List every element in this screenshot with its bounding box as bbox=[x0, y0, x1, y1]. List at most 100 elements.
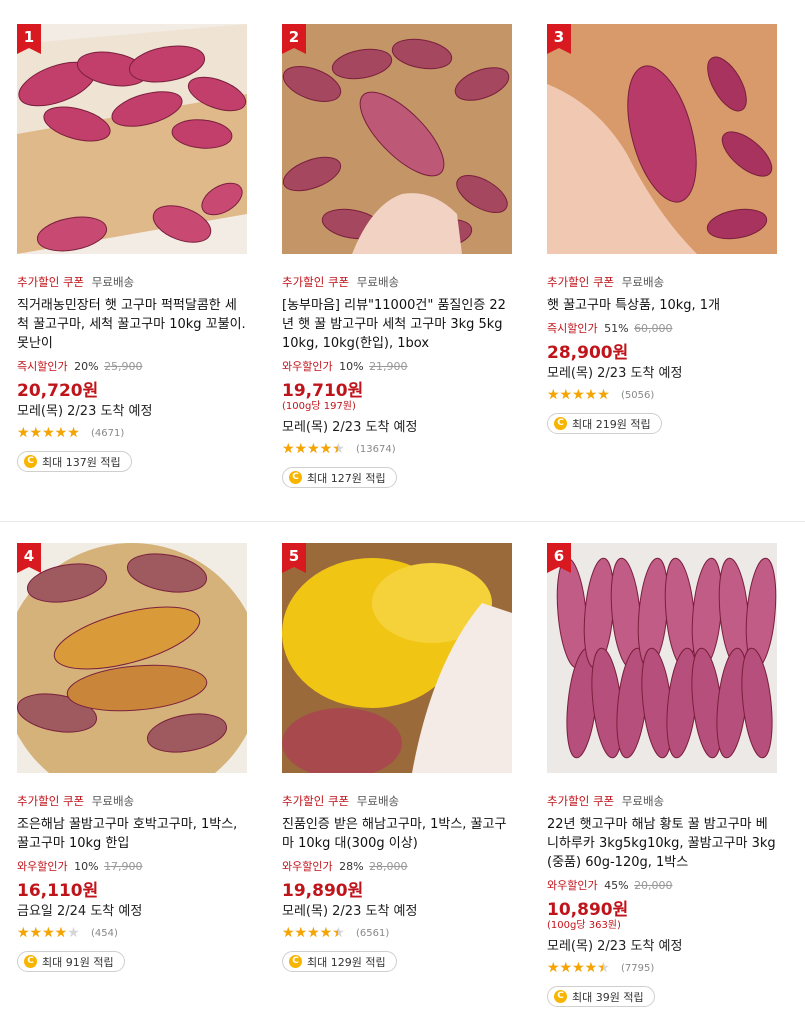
sale-price: 20,720원 bbox=[17, 381, 99, 401]
free-shipping-tag: 무료배송 bbox=[91, 275, 135, 289]
discount-label: 즉시할인가 bbox=[547, 322, 598, 335]
free-shipping-tag: 무료배송 bbox=[91, 794, 135, 808]
sale-price: 16,110원 bbox=[17, 881, 99, 901]
product-thumbnail[interactable]: 2 bbox=[282, 24, 512, 254]
discount-row: 즉시할인가 51% 60,000 bbox=[547, 320, 777, 336]
product-thumbnail[interactable]: 3 bbox=[547, 24, 777, 254]
star-rating-icon: ★★★★★ ★★★★★ bbox=[17, 925, 80, 941]
product-photo[interactable] bbox=[282, 543, 512, 773]
original-price: 25,900 bbox=[104, 360, 143, 373]
coin-icon: C bbox=[24, 455, 37, 468]
coin-icon: C bbox=[24, 955, 37, 968]
product-title[interactable]: 햇 꿀고구마 특상품, 10kg, 1개 bbox=[547, 296, 777, 315]
original-price: 17,900 bbox=[104, 860, 143, 873]
product-title[interactable]: 조은해남 꿀밤고구마 호박고구마, 1박스, 꿀고구마 10kg 한입 bbox=[17, 815, 247, 853]
discount-label: 와우할인가 bbox=[17, 860, 68, 873]
original-price: 21,900 bbox=[369, 360, 408, 373]
delivery-eta: 금요일 2/24 도착 예정 bbox=[17, 904, 143, 919]
coupon-tag: 추가할인 쿠폰 bbox=[17, 794, 85, 808]
product-card[interactable]: 6 추가할인 쿠폰 무료배송 22년 햇고구마 해남 황토 꿀 밤고구마 베니하… bbox=[547, 543, 777, 1007]
discount-row: 즉시할인가 20% 25,900 bbox=[17, 358, 247, 374]
rating: ★★★★★ ★★★★★ (7795) bbox=[547, 960, 777, 976]
product-thumbnail[interactable]: 6 bbox=[547, 543, 777, 773]
star-rating-icon: ★★★★★ ★★★★★ bbox=[282, 441, 345, 457]
discount-label: 와우할인가 bbox=[282, 860, 333, 873]
promo-tags: 추가할인 쿠폰 무료배송 bbox=[17, 793, 247, 809]
original-price: 60,000 bbox=[634, 322, 673, 335]
coin-icon: C bbox=[554, 417, 567, 430]
row-divider bbox=[0, 521, 805, 522]
coin-icon: C bbox=[289, 471, 302, 484]
points-badge: C 최대 39원 적립 bbox=[547, 986, 655, 1007]
rating: ★★★★★ ★★★★★ (5056) bbox=[547, 387, 777, 403]
rating: ★★★★★ ★★★★★ (4671) bbox=[17, 425, 247, 441]
product-card[interactable]: 3 추가할인 쿠폰 무료배송 햇 꿀고구마 특상품, 10kg, 1개 즉시할인… bbox=[547, 24, 777, 434]
review-count: (13674) bbox=[356, 443, 396, 455]
product-card[interactable]: 5 추가할인 쿠폰 무료배송 진품인증 받은 해남고구마, 1박스, 꿀고구마 … bbox=[282, 543, 512, 972]
product-card[interactable]: 2 추가할인 쿠폰 무료배송 [농부마음] 리뷰"11000건" 품질인증 22… bbox=[282, 24, 512, 488]
points-text: 최대 127원 적립 bbox=[307, 471, 386, 485]
product-thumbnail[interactable]: 1 bbox=[17, 24, 247, 254]
discount-label: 와우할인가 bbox=[282, 360, 333, 373]
product-card[interactable]: 1 추가할인 쿠폰 무료배송 직거래농민장터 햇 고구마 퍽퍽달콤한 세척 꿀고… bbox=[17, 24, 247, 472]
discount-row: 와우할인가 10% 21,900 bbox=[282, 358, 512, 374]
delivery-eta: 모레(목) 2/23 도착 예정 bbox=[282, 420, 418, 435]
free-shipping-tag: 무료배송 bbox=[356, 794, 400, 808]
review-count: (4671) bbox=[91, 427, 125, 439]
promo-tags: 추가할인 쿠폰 무료배송 bbox=[547, 793, 777, 809]
delivery-eta: 모레(목) 2/23 도착 예정 bbox=[17, 404, 153, 419]
product-thumbnail[interactable]: 4 bbox=[17, 543, 247, 773]
product-photo[interactable] bbox=[17, 543, 247, 773]
product-card[interactable]: 4 추가할인 쿠폰 무료배송 조은해남 꿀밤고구마 호박고구마, 1박스, 꿀고… bbox=[17, 543, 247, 972]
discount-label: 즉시할인가 bbox=[17, 360, 68, 373]
original-price: 28,000 bbox=[369, 860, 408, 873]
product-title[interactable]: 직거래농민장터 햇 고구마 퍽퍽달콤한 세척 꿀고구마, 세척 꿀고구마 10k… bbox=[17, 296, 247, 353]
free-shipping-tag: 무료배송 bbox=[621, 794, 665, 808]
discount-rate: 10% bbox=[339, 360, 364, 373]
product-photo[interactable] bbox=[17, 24, 247, 254]
review-count: (7795) bbox=[621, 962, 655, 974]
discount-row: 와우할인가 45% 20,000 bbox=[547, 877, 777, 893]
points-badge: C 최대 127원 적립 bbox=[282, 467, 397, 488]
sale-price: 28,900원 bbox=[547, 343, 629, 363]
sale-price: 10,890원 bbox=[547, 900, 629, 920]
sale-price: 19,710원 bbox=[282, 381, 364, 401]
product-grid: 1 추가할인 쿠폰 무료배송 직거래농민장터 햇 고구마 퍽퍽달콤한 세척 꿀고… bbox=[0, 0, 805, 1018]
product-photo[interactable] bbox=[547, 24, 777, 254]
unit-price: (100g당 363원) bbox=[547, 920, 621, 931]
discount-rate: 28% bbox=[339, 860, 364, 873]
review-count: (5056) bbox=[621, 389, 655, 401]
promo-tags: 추가할인 쿠폰 무료배송 bbox=[282, 793, 512, 809]
product-title[interactable]: 진품인증 받은 해남고구마, 1박스, 꿀고구마 10kg 대(300g 이상) bbox=[282, 815, 512, 853]
coupon-tag: 추가할인 쿠폰 bbox=[547, 275, 615, 289]
points-badge: C 최대 129원 적립 bbox=[282, 951, 397, 972]
discount-row: 와우할인가 10% 17,900 bbox=[17, 858, 247, 874]
star-rating-icon: ★★★★★ ★★★★★ bbox=[547, 387, 610, 403]
points-text: 최대 219원 적립 bbox=[572, 417, 651, 431]
product-title[interactable]: [농부마음] 리뷰"11000건" 품질인증 22년 햇 꿀 밤고구마 세척 고… bbox=[282, 296, 512, 353]
rating: ★★★★★ ★★★★★ (454) bbox=[17, 925, 247, 941]
coupon-tag: 추가할인 쿠폰 bbox=[17, 275, 85, 289]
points-text: 최대 137원 적립 bbox=[42, 455, 121, 469]
delivery-eta: 모레(목) 2/23 도착 예정 bbox=[282, 904, 418, 919]
rating: ★★★★★ ★★★★★ (6561) bbox=[282, 925, 512, 941]
free-shipping-tag: 무료배송 bbox=[356, 275, 400, 289]
unit-price: (100g당 197원) bbox=[282, 401, 356, 412]
coupon-tag: 추가할인 쿠폰 bbox=[282, 794, 350, 808]
promo-tags: 추가할인 쿠폰 무료배송 bbox=[17, 274, 247, 290]
product-photo[interactable] bbox=[547, 543, 777, 773]
product-title[interactable]: 22년 햇고구마 해남 황토 꿀 밤고구마 베니하루카 3kg5kg10kg, … bbox=[547, 815, 777, 872]
discount-rate: 20% bbox=[74, 360, 99, 373]
review-count: (454) bbox=[91, 927, 118, 939]
delivery-eta: 모레(목) 2/23 도착 예정 bbox=[547, 366, 683, 381]
discount-rate: 51% bbox=[604, 322, 629, 335]
points-text: 최대 39원 적립 bbox=[572, 990, 644, 1004]
points-badge: C 최대 91원 적립 bbox=[17, 951, 125, 972]
free-shipping-tag: 무료배송 bbox=[621, 275, 665, 289]
rating: ★★★★★ ★★★★★ (13674) bbox=[282, 441, 512, 457]
original-price: 20,000 bbox=[634, 879, 673, 892]
star-rating-icon: ★★★★★ ★★★★★ bbox=[547, 960, 610, 976]
product-photo[interactable] bbox=[282, 24, 512, 254]
points-text: 최대 91원 적립 bbox=[42, 955, 114, 969]
product-thumbnail[interactable]: 5 bbox=[282, 543, 512, 773]
